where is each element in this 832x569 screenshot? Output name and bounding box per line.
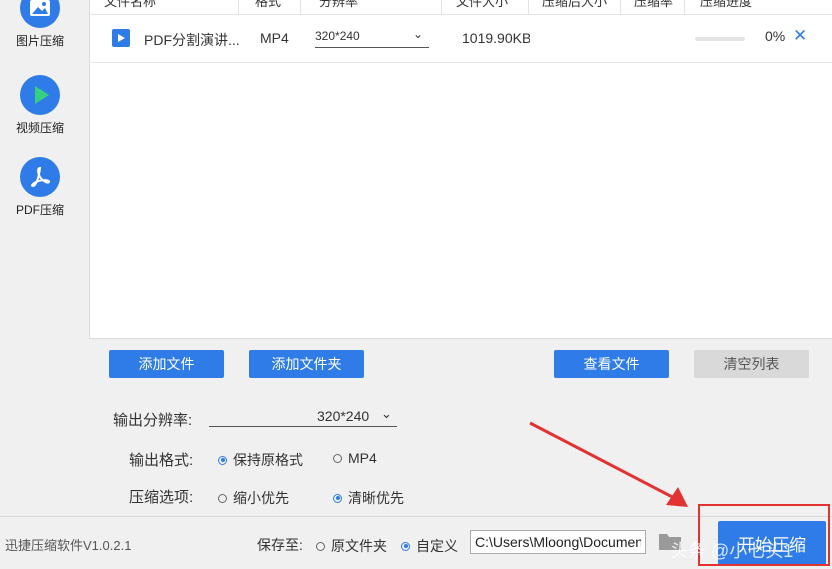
clear-list-button[interactable]: 清空列表 — [694, 350, 809, 378]
compress-option-label: 压缩选项: — [129, 489, 194, 506]
play-icon — [20, 75, 60, 115]
radio-label: 原文件夹 — [331, 538, 387, 554]
column-divider — [300, 0, 301, 14]
file-list-panel: 文件名称 格式 分辨率 文件大小 压缩后大小 压缩率 压缩进度 PDF分割演讲.… — [89, 0, 832, 339]
radio-icon — [333, 453, 342, 463]
add-folder-button[interactable]: 添加文件夹 — [249, 350, 364, 378]
output-path-input[interactable] — [470, 530, 646, 554]
radio-label: 自定义 — [416, 538, 458, 554]
add-file-button[interactable]: 添加文件 — [109, 350, 224, 378]
column-divider — [238, 0, 239, 14]
radio-selected-icon — [333, 493, 342, 503]
column-header-size: 文件大小 — [456, 0, 509, 9]
column-divider — [684, 0, 685, 14]
resolution-label: 输出分辨率: — [113, 412, 193, 429]
column-header-name: 文件名称 — [104, 0, 157, 9]
format-label: 输出格式: — [129, 452, 194, 469]
radio-label: 保持原格式 — [233, 452, 303, 468]
column-divider — [441, 0, 442, 14]
compress-option-size-first[interactable]: 缩小优先 — [218, 488, 289, 508]
column-header-compressed-size: 压缩后大小 — [542, 0, 608, 9]
row-resolution-select[interactable]: 320*240 ⌄ — [315, 27, 429, 48]
progress-bar — [695, 37, 745, 41]
column-divider — [620, 0, 621, 14]
sidebar-item-image-compress[interactable]: 图片压缩 — [0, 0, 80, 49]
sidebar-item-label: 图片压缩 — [15, 34, 64, 48]
radio-icon — [218, 493, 227, 503]
radio-label: MP4 — [348, 450, 377, 466]
column-header-resolution: 分辨率 — [319, 0, 359, 9]
close-icon[interactable]: ✕ — [793, 26, 807, 46]
row-resolution-value: 320*240 — [315, 29, 360, 43]
radio-icon — [316, 541, 325, 551]
app-version: 迅捷压缩软件V1.0.2.1 — [5, 538, 132, 553]
radio-label: 清晰优先 — [348, 490, 404, 506]
progress-percent: 0% — [765, 28, 786, 44]
radio-selected-icon — [218, 455, 227, 465]
save-option-custom[interactable]: 自定义 — [401, 536, 458, 556]
output-resolution-value: 320*240 — [317, 408, 370, 424]
save-option-original-folder[interactable]: 原文件夹 — [316, 536, 387, 556]
output-resolution-select[interactable]: 320*240 ⌄ — [209, 406, 397, 427]
sidebar: 图片压缩 视频压缩 PDF压缩 — [0, 0, 80, 516]
view-files-button[interactable]: 查看文件 — [554, 350, 669, 378]
sidebar-item-label: 视频压缩 — [15, 121, 64, 135]
compress-option-quality-first[interactable]: 清晰优先 — [333, 488, 404, 508]
format-option-keep-original[interactable]: 保持原格式 — [218, 450, 303, 470]
sidebar-item-label: PDF压缩 — [15, 203, 64, 217]
chevron-down-icon: ⌄ — [412, 27, 423, 41]
chevron-down-icon: ⌄ — [381, 406, 392, 421]
column-header-ratio: 压缩率 — [634, 0, 674, 9]
column-divider — [528, 0, 529, 14]
sidebar-item-video-compress[interactable]: 视频压缩 — [0, 75, 80, 136]
image-icon — [20, 0, 60, 28]
save-to-label: 保存至: — [257, 537, 303, 553]
format-option-mp4[interactable]: MP4 — [333, 450, 377, 466]
radio-selected-icon — [401, 541, 410, 551]
pdf-icon — [20, 157, 60, 197]
table-header: 文件名称 格式 分辨率 文件大小 压缩后大小 压缩率 压缩进度 — [90, 0, 832, 15]
column-header-progress: 压缩进度 — [700, 0, 753, 9]
file-name: PDF分割演讲... — [144, 32, 240, 48]
radio-label: 缩小优先 — [233, 490, 289, 506]
file-size: 1019.90KB — [462, 30, 530, 46]
sidebar-item-pdf-compress[interactable]: PDF压缩 — [0, 157, 80, 218]
column-header-format: 格式 — [255, 0, 282, 9]
watermark: 头条 @小七头1 — [670, 541, 794, 561]
annotation-arrow — [529, 421, 688, 507]
file-format: MP4 — [260, 30, 289, 46]
table-row[interactable]: PDF分割演讲... MP4 320*240 ⌄ 1019.90KB 0% ✕ — [90, 15, 832, 63]
video-file-icon — [112, 29, 130, 47]
